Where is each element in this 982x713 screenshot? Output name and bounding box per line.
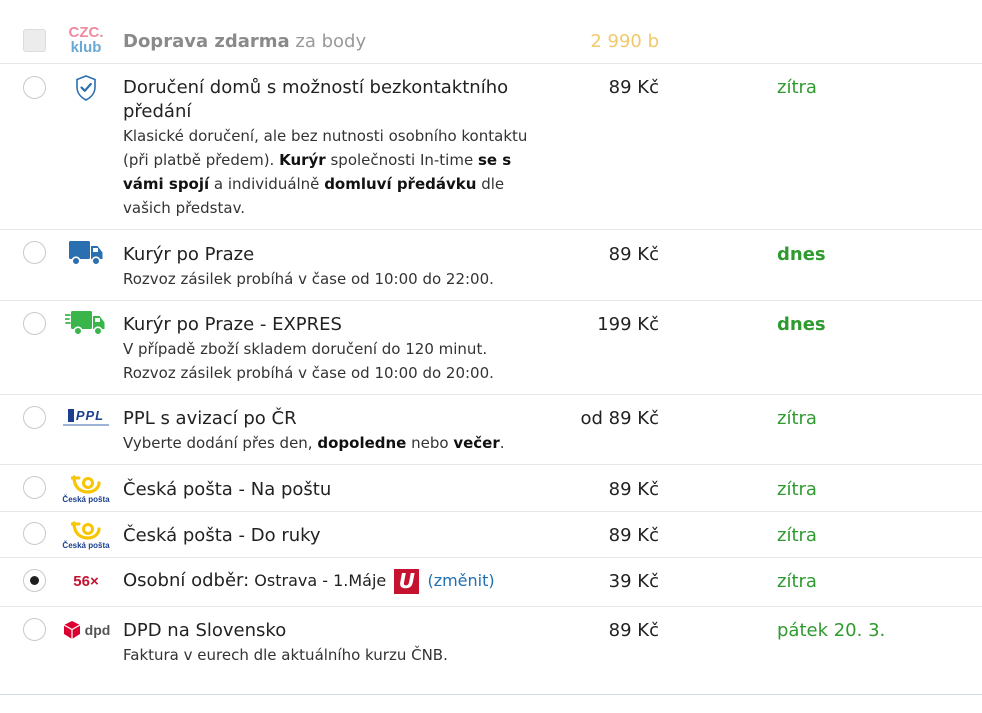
option-eta: zítra bbox=[777, 77, 817, 98]
ceska-posta-logo: Česká pošta bbox=[60, 472, 112, 508]
option-price: 89 Kč bbox=[608, 620, 659, 641]
czc-logo-bottom: klub bbox=[70, 39, 102, 56]
option-price: od 89 Kč bbox=[580, 408, 660, 429]
radio-posta-doruky[interactable] bbox=[23, 522, 46, 545]
option-price: 199 Kč bbox=[597, 314, 659, 335]
option-price: 89 Kč bbox=[608, 479, 659, 500]
club-title-rest: za body bbox=[295, 31, 367, 52]
56-logo: 56× bbox=[73, 572, 99, 590]
shipping-option-pickup[interactable]: 56× Osobní odběr: Ostrava - 1.Máje U (zm… bbox=[0, 558, 982, 607]
option-title: Kurýr po Praze bbox=[123, 244, 255, 265]
shipping-option-posta-napostu[interactable]: Česká pošta Česká pošta - Na poštu 89 Kč… bbox=[0, 465, 982, 512]
branch-u-badge: U bbox=[394, 569, 420, 594]
shipping-option-courier-express[interactable]: Kurýr po Praze - EXPRES V případě zboží … bbox=[0, 301, 982, 395]
shipping-option-club[interactable]: CZC. klub Doprava zdarma za body 2 990 b bbox=[0, 0, 982, 64]
option-price: 39 Kč bbox=[608, 571, 659, 592]
option-description: Rozvoz zásilek probíhá v čase od 10:00 d… bbox=[123, 270, 494, 288]
option-title: DPD na Slovensko bbox=[123, 620, 287, 641]
option-eta: dnes bbox=[777, 314, 826, 335]
option-eta: zítra bbox=[777, 479, 817, 500]
radio-dpd-sk[interactable] bbox=[23, 618, 46, 641]
dpd-logo: dpd bbox=[60, 618, 112, 642]
ppl-logo: PPL bbox=[60, 407, 112, 427]
radio-posta-napostu[interactable] bbox=[23, 476, 46, 499]
shipping-option-courier-prague[interactable]: Kurýr po Praze Rozvoz zásilek probíhá v … bbox=[0, 230, 982, 301]
ceska-posta-logo: Česká pošta bbox=[60, 518, 112, 554]
option-title: PPL s avizací po ČR bbox=[123, 408, 297, 429]
option-eta: dnes bbox=[777, 244, 826, 265]
shipping-option-ppl[interactable]: PPL PPL s avizací po ČR Vyberte dodání p… bbox=[0, 395, 982, 465]
club-title-bold: Doprava zdarma bbox=[123, 31, 290, 52]
option-eta: zítra bbox=[777, 525, 817, 546]
option-title: Česká pošta - Na poštu bbox=[123, 479, 332, 500]
czc-logo-top: CZC. bbox=[68, 24, 104, 41]
option-title: Česká pošta - Do ruky bbox=[123, 525, 321, 546]
option-eta: pátek 20. 3. bbox=[777, 620, 886, 641]
option-title: Kurýr po Praze - EXPRES bbox=[123, 314, 342, 335]
option-title: Doručení domů s možností bezkontaktního … bbox=[123, 77, 509, 122]
club-price: 2 990 b bbox=[590, 31, 659, 52]
change-branch-link[interactable]: (změnit) bbox=[427, 571, 494, 590]
option-description: Klasické doručení, ale bez nutnosti osob… bbox=[123, 127, 528, 217]
option-eta: zítra bbox=[777, 571, 817, 592]
radio-ppl[interactable] bbox=[23, 406, 46, 429]
radio-pickup[interactable] bbox=[23, 569, 46, 592]
radio-courier-prague[interactable] bbox=[23, 241, 46, 264]
truck-icon bbox=[60, 238, 112, 268]
shipping-option-posta-doruky[interactable]: Česká pošta Česká pošta - Do ruky 89 Kč … bbox=[0, 512, 982, 558]
option-eta: zítra bbox=[777, 408, 817, 429]
option-price: 89 Kč bbox=[608, 244, 659, 265]
radio-contactless[interactable] bbox=[23, 76, 46, 99]
fast-truck-icon bbox=[60, 308, 112, 338]
option-description: Faktura v eurech dle aktuálního kurzu ČN… bbox=[123, 646, 448, 664]
option-price: 89 Kč bbox=[608, 525, 659, 546]
shield-check-icon bbox=[60, 74, 112, 102]
club-checkbox[interactable] bbox=[23, 29, 46, 52]
shipping-option-dpd-sk[interactable]: dpd DPD na Slovensko Faktura v eurech dl… bbox=[0, 607, 982, 694]
czc-club-logo: CZC. klub bbox=[60, 22, 112, 58]
list-bottom-divider bbox=[0, 694, 982, 695]
option-title: Osobní odběr: bbox=[123, 570, 250, 591]
option-description: V případě zboží skladem doručení do 120 … bbox=[123, 340, 494, 382]
option-price: 89 Kč bbox=[608, 77, 659, 98]
radio-courier-express[interactable] bbox=[23, 312, 46, 335]
pickup-branch-name: Ostrava - 1.Máje bbox=[254, 571, 387, 590]
option-description: Vyberte dodání přes den, dopoledne nebo … bbox=[123, 434, 505, 452]
shipping-option-contactless[interactable]: Doručení domů s možností bezkontaktního … bbox=[0, 64, 982, 230]
